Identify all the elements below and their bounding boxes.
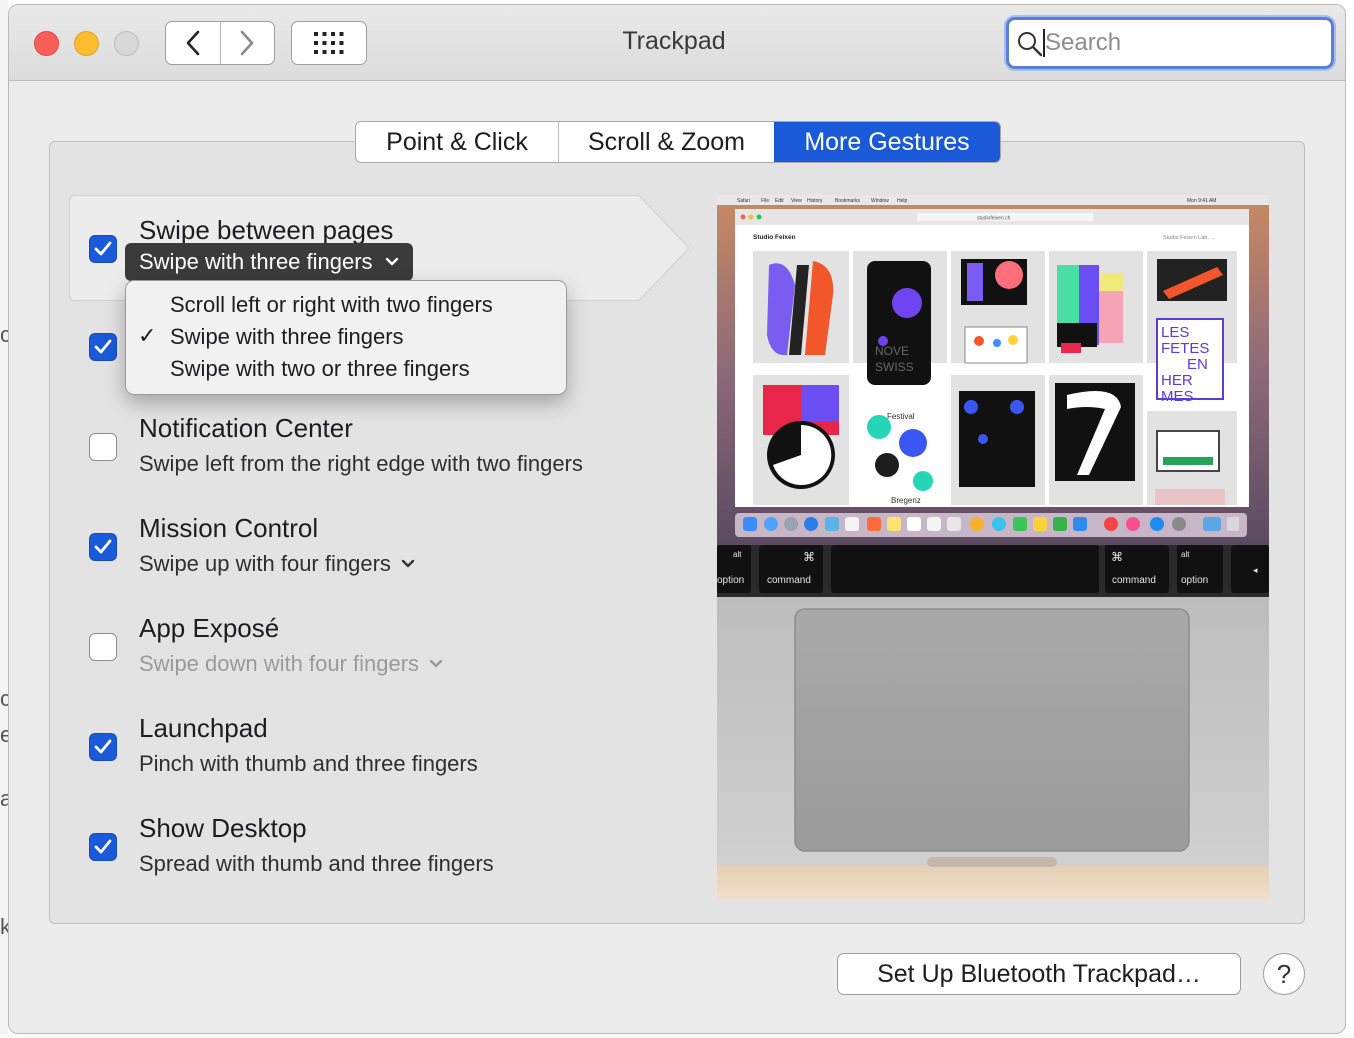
show-all-button[interactable] [291, 21, 367, 65]
close-button[interactable] [34, 31, 59, 56]
gesture-preview: Safari File Edit View History Bookmarks … [717, 195, 1269, 899]
key-label: ⌘ [803, 550, 815, 564]
gesture-title: Launchpad [139, 713, 268, 743]
gesture-subtitle-text: Swipe left from the right edge with two … [139, 451, 583, 476]
poster-text: EN [1187, 356, 1208, 373]
preferences-window: Trackpad Point & Click Scroll & Zoom Mor… [8, 4, 1346, 1034]
navigation-buttons [165, 21, 275, 65]
key-label: option [717, 575, 744, 586]
key-label: option [1181, 575, 1208, 586]
key-label: alt [1181, 550, 1190, 559]
title-bar: Trackpad [9, 5, 1345, 81]
menubar-item: Window [871, 198, 889, 204]
forward-button[interactable] [219, 22, 275, 64]
search-field[interactable] [1006, 17, 1334, 69]
menu-item-option-2[interactable]: ✓ Swipe with three fingers [126, 321, 566, 353]
checkbox-launchpad[interactable] [89, 733, 117, 761]
tab-scroll-zoom[interactable]: Scroll & Zoom [558, 122, 774, 162]
menubar-item: View [791, 198, 802, 204]
popup-label: Swipe with three fingers [139, 249, 373, 274]
key-label: command [767, 575, 811, 586]
minimize-button[interactable] [74, 31, 99, 56]
mission-control-popup[interactable]: Swipe up with four fingers [139, 551, 415, 577]
menu-item-option-3[interactable]: Swipe with two or three fingers [126, 353, 566, 385]
gesture-subtitle-text: Swipe down with four fingers [139, 651, 420, 676]
poster-text: Bregenz [891, 496, 921, 505]
search-input[interactable] [1045, 27, 1315, 59]
menubar-item: Help [897, 198, 908, 204]
checkmark-icon [94, 539, 112, 554]
poster-text: LES [1161, 324, 1189, 341]
tab-more-gestures[interactable]: More Gestures [774, 122, 1000, 162]
checkbox-hidden-row[interactable] [89, 333, 117, 361]
key-label: ⌘ [1111, 550, 1123, 564]
poster-text: SWISS [875, 360, 914, 374]
key-label: command [1112, 575, 1156, 586]
checkbox-app-expose[interactable] [89, 633, 117, 661]
checkmark-icon [94, 839, 112, 854]
search-icon [1018, 32, 1043, 57]
gesture-subtitle: Pinch with thumb and three fingers [139, 751, 478, 777]
menubar-item: Edit [775, 198, 784, 204]
window-title: Trackpad [622, 27, 726, 55]
gesture-title: Swipe between pages [139, 215, 394, 245]
svg-text:◂: ◂ [1253, 565, 1258, 575]
chevron-down-icon [385, 257, 398, 266]
menu-item-label: Scroll left or right with two fingers [170, 292, 493, 317]
chevron-down-icon [401, 559, 415, 568]
browser-url: studiofeixen.ch [977, 216, 1011, 222]
poster-text: HER [1161, 372, 1193, 389]
desktop-edge: c c e a k [0, 0, 12, 1038]
tab-bar: Point & Click Scroll & Zoom More Gesture… [355, 121, 1001, 163]
zoom-button[interactable] [114, 31, 139, 56]
checkbox-show-desktop[interactable] [89, 833, 117, 861]
preview-illustration: Safari File Edit View History Bookmarks … [717, 195, 1269, 899]
menubar-item: History [807, 198, 823, 204]
gesture-title: Show Desktop [139, 813, 307, 843]
checkmark-icon [94, 241, 112, 256]
checkbox-swipe-pages[interactable] [89, 235, 117, 263]
chevron-down-icon [429, 659, 443, 668]
setup-bluetooth-trackpad-button[interactable]: Set Up Bluetooth Trackpad… [837, 953, 1241, 995]
swipe-pages-popup[interactable]: Swipe with three fingers [125, 243, 413, 281]
help-button[interactable]: ? [1263, 953, 1305, 995]
menubar-item: Safari [737, 198, 750, 204]
gesture-title: Mission Control [139, 513, 319, 543]
menubar-clock: Mon 9:41 AM [1187, 198, 1216, 204]
menubar-item: Bookmarks [835, 198, 861, 204]
poster-text: FETES [1161, 340, 1209, 357]
menu-item-option-1[interactable]: Scroll left or right with two fingers [126, 289, 566, 321]
app-expose-popup: Swipe down with four fingers [139, 651, 443, 677]
desktop-edge-bottom [0, 1034, 1354, 1038]
poster-text: Festival [887, 412, 915, 421]
gesture-subtitle: Swipe left from the right edge with two … [139, 451, 583, 477]
tab-point-click[interactable]: Point & Click [356, 122, 558, 162]
gesture-subtitle-text: Swipe up with four fingers [139, 551, 391, 576]
menu-item-label: Swipe with three fingers [170, 324, 404, 349]
gesture-title: Notification Center [139, 413, 353, 443]
checkbox-mission-control[interactable] [89, 533, 117, 561]
gesture-subtitle-text: Spread with thumb and three fingers [139, 851, 494, 876]
gesture-title: App Exposé [139, 613, 280, 643]
key-label: alt [733, 550, 742, 559]
grid-icon [314, 32, 344, 54]
chevron-right-icon [240, 30, 254, 56]
menubar-item: File [761, 198, 769, 204]
site-link: Studio Feixen Lab. → [1163, 235, 1216, 241]
checkmark-icon [94, 339, 112, 354]
checkbox-notification-center[interactable] [89, 433, 117, 461]
site-title: Studio Feixen [753, 234, 796, 241]
poster-text: NOVE [875, 344, 909, 358]
checkmark-icon [94, 739, 112, 754]
poster-text: MES [1161, 388, 1194, 405]
back-button[interactable] [166, 22, 220, 64]
check-icon: ✓ [138, 323, 157, 348]
gesture-subtitle-text: Pinch with thumb and three fingers [139, 751, 478, 776]
swipe-pages-menu: Scroll left or right with two fingers ✓ S… [125, 280, 567, 395]
chevron-left-icon [186, 30, 200, 56]
gesture-subtitle: Spread with thumb and three fingers [139, 851, 494, 877]
menu-item-label: Swipe with two or three fingers [170, 356, 470, 381]
